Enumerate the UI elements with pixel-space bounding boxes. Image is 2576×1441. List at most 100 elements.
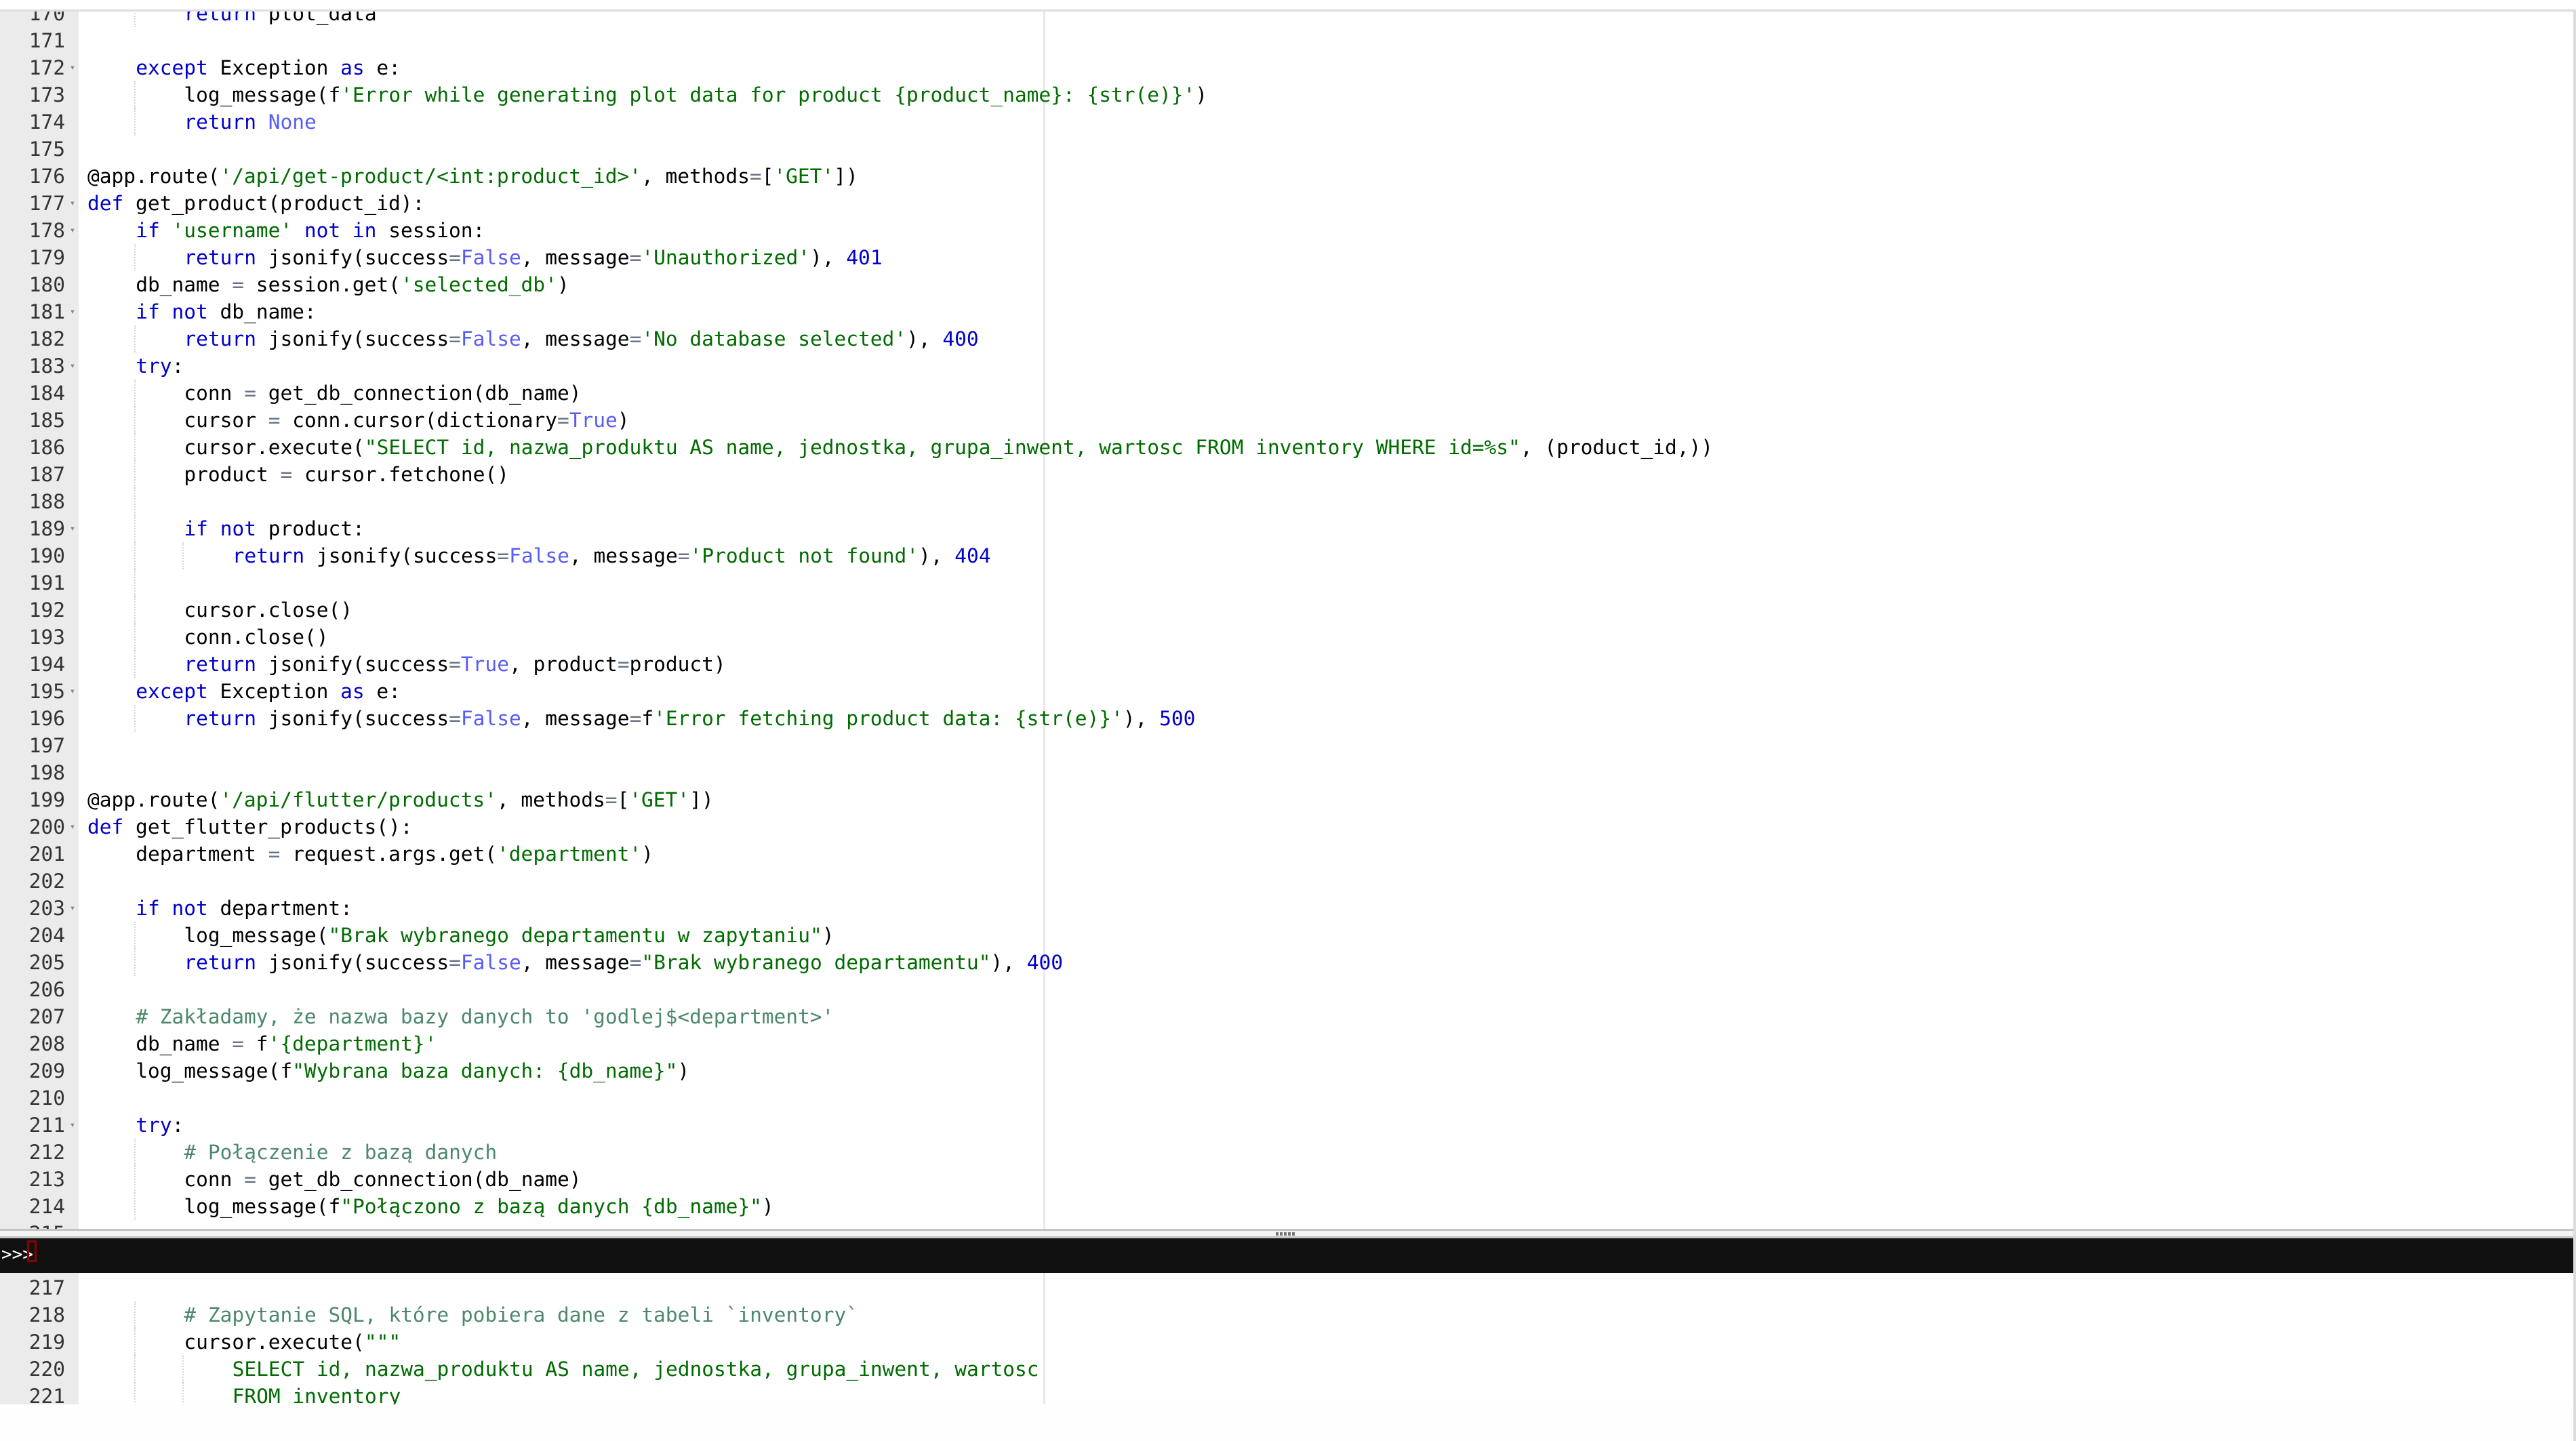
code-line[interactable]: 200 ▾ def get_flutter_products(): xyxy=(0,813,2573,840)
code-line[interactable]: 213 conn = get_db_connection(db_name) xyxy=(0,1166,2573,1193)
code-text[interactable]: log_message(f"Połączono z bazą danych {d… xyxy=(184,1193,773,1220)
code-line[interactable]: 218 # Zapytanie SQL, które pobiera dane z… xyxy=(0,1301,2573,1328)
line-number[interactable]: 193 xyxy=(0,624,65,651)
fold-toggle-icon[interactable]: ▾ xyxy=(68,217,77,244)
console-cursor[interactable] xyxy=(27,1240,37,1262)
code-text[interactable]: log_message("Brak wybranego departamentu… xyxy=(184,922,834,949)
code-line[interactable]: 193 conn.close() xyxy=(0,624,2573,651)
code-text[interactable]: conn = get_db_connection(db_name) xyxy=(184,380,581,407)
fold-toggle-icon[interactable]: ▾ xyxy=(68,190,77,217)
line-number[interactable]: 196 xyxy=(0,705,65,732)
code-text[interactable]: def get_flutter_products(): xyxy=(87,813,413,840)
code-text[interactable]: def get_product(product_id): xyxy=(87,190,424,217)
fold-toggle-icon[interactable]: ▾ xyxy=(68,813,77,840)
console-panel[interactable]: >>> xyxy=(0,1238,2573,1273)
code-line[interactable]: 214 log_message(f"Połączono z bazą danych… xyxy=(0,1193,2573,1220)
line-number[interactable]: 217 xyxy=(0,1274,65,1301)
code-text[interactable]: except Exception as e: xyxy=(136,678,401,705)
code-text[interactable]: try: xyxy=(136,352,184,380)
code-line[interactable]: 203 ▾ if not department: xyxy=(0,895,2573,922)
line-number[interactable]: 192 xyxy=(0,596,65,624)
code-text[interactable]: cursor.execute("SELECT id, nazwa_produkt… xyxy=(184,434,1713,461)
line-number[interactable]: 198 xyxy=(0,759,65,786)
line-number[interactable]: 175 xyxy=(0,136,65,163)
fold-toggle-icon[interactable]: ▾ xyxy=(68,515,77,542)
code-text[interactable]: return jsonify(success=True, product=pro… xyxy=(184,651,725,678)
line-number[interactable]: 184 xyxy=(0,380,65,407)
code-text[interactable]: FROM inventory xyxy=(233,1383,401,1404)
code-line[interactable]: 198 xyxy=(0,759,2573,786)
code-line[interactable]: 184 conn = get_db_connection(db_name) xyxy=(0,380,2573,407)
line-number[interactable]: 202 xyxy=(0,868,65,895)
line-number[interactable]: 195 xyxy=(0,678,65,705)
code-line[interactable]: 208 db_name = f'{department}' xyxy=(0,1030,2573,1057)
fold-toggle-icon[interactable]: ▾ xyxy=(68,352,77,380)
line-number[interactable]: 186 xyxy=(0,434,65,461)
line-number[interactable]: 204 xyxy=(0,922,65,949)
line-number[interactable]: 183 xyxy=(0,352,65,380)
code-line[interactable]: 183 ▾ try: xyxy=(0,352,2573,380)
line-number[interactable]: 181 xyxy=(0,298,65,325)
line-number[interactable]: 218 xyxy=(0,1301,65,1328)
code-text[interactable]: db_name = f'{department}' xyxy=(136,1030,437,1057)
code-text[interactable]: SELECT id, nazwa_produktu AS name, jedno… xyxy=(233,1356,1039,1383)
code-line[interactable]: 176 @app.route('/api/get-product/<int:pro… xyxy=(0,163,2573,190)
code-line[interactable]: 212 # Połączenie z bazą danych xyxy=(0,1139,2573,1166)
code-text[interactable]: @app.route('/api/get-product/<int:produc… xyxy=(87,163,858,190)
line-number[interactable]: 212 xyxy=(0,1139,65,1166)
code-line[interactable]: 190 return jsonify(success=False, message… xyxy=(0,542,2573,569)
line-number[interactable]: 197 xyxy=(0,732,65,759)
fold-toggle-icon[interactable]: ▾ xyxy=(68,1112,77,1139)
code-line[interactable]: 207 # Zakładamy, że nazwa bazy danych to … xyxy=(0,1003,2573,1030)
code-line[interactable]: 199 @app.route('/api/flutter/products', m… xyxy=(0,786,2573,813)
line-number[interactable]: 210 xyxy=(0,1084,65,1112)
drag-grip-icon[interactable] xyxy=(1276,1232,1296,1236)
code-text[interactable]: log_message(f"Wybrana baza danych: {db_n… xyxy=(136,1057,689,1084)
line-number[interactable]: 194 xyxy=(0,651,65,678)
code-lines[interactable]: 170 return plot_data 171 172 ▾ except Excepti… xyxy=(0,12,2573,1229)
line-number[interactable]: 177 xyxy=(0,190,65,217)
code-text[interactable]: return jsonify(success=False, message='P… xyxy=(233,542,991,569)
code-line[interactable]: 170 return plot_data xyxy=(0,12,2573,27)
code-text[interactable]: if not db_name: xyxy=(136,298,316,325)
line-number[interactable]: 200 xyxy=(0,813,65,840)
code-line[interactable]: 174 return None xyxy=(0,108,2573,136)
code-line[interactable]: 173 log_message(f'Error while generating … xyxy=(0,81,2573,108)
code-line[interactable]: 196 return jsonify(success=False, message… xyxy=(0,705,2573,732)
code-line[interactable]: 187 product = cursor.fetchone() xyxy=(0,461,2573,488)
code-editor[interactable]: 170 return plot_data 171 172 ▾ except Excepti… xyxy=(0,12,2573,1229)
code-text[interactable]: try: xyxy=(136,1112,184,1139)
code-line[interactable]: 178 ▾ if 'username' not in session: xyxy=(0,217,2573,244)
code-text[interactable]: conn = get_db_connection(db_name) xyxy=(184,1166,581,1193)
code-line[interactable]: 215 xyxy=(0,1220,2573,1229)
fold-toggle-icon[interactable]: ▾ xyxy=(68,298,77,325)
code-text[interactable]: return jsonify(success=False, message='U… xyxy=(184,244,882,271)
line-number[interactable]: 171 xyxy=(0,27,65,54)
code-text[interactable]: if not department: xyxy=(136,895,353,922)
code-line[interactable]: 172 ▾ except Exception as e: xyxy=(0,54,2573,81)
line-number[interactable]: 176 xyxy=(0,163,65,190)
code-line[interactable]: 206 xyxy=(0,976,2573,1003)
code-text[interactable]: # Zapytanie SQL, które pobiera dane z ta… xyxy=(184,1301,858,1328)
code-text[interactable]: return jsonify(success=False, message='N… xyxy=(184,325,978,352)
fold-toggle-icon[interactable]: ▾ xyxy=(68,678,77,705)
code-line[interactable]: 205 return jsonify(success=False, message… xyxy=(0,949,2573,976)
code-line[interactable]: 182 return jsonify(success=False, message… xyxy=(0,325,2573,352)
fold-toggle-icon[interactable]: ▾ xyxy=(68,54,77,81)
code-line[interactable]: 195 ▾ except Exception as e: xyxy=(0,678,2573,705)
code-line[interactable]: 202 xyxy=(0,868,2573,895)
line-number[interactable]: 219 xyxy=(0,1328,65,1356)
line-number[interactable]: 214 xyxy=(0,1193,65,1220)
code-text[interactable]: if not product: xyxy=(184,515,364,542)
code-line[interactable]: 217 xyxy=(0,1274,2573,1301)
code-line[interactable]: 191 xyxy=(0,569,2573,596)
code-line[interactable]: 177 ▾ def get_product(product_id): xyxy=(0,190,2573,217)
code-text[interactable]: except Exception as e: xyxy=(136,54,401,81)
code-text[interactable]: @app.route('/api/flutter/products', meth… xyxy=(87,786,714,813)
line-number[interactable]: 185 xyxy=(0,407,65,434)
code-text[interactable]: log_message(f'Error while generating plo… xyxy=(184,81,1207,108)
code-line[interactable]: 189 ▾ if not product: xyxy=(0,515,2573,542)
code-line[interactable]: 219 cursor.execute(""" xyxy=(0,1328,2573,1356)
code-line[interactable]: 192 cursor.close() xyxy=(0,596,2573,624)
code-line[interactable]: 175 xyxy=(0,136,2573,163)
